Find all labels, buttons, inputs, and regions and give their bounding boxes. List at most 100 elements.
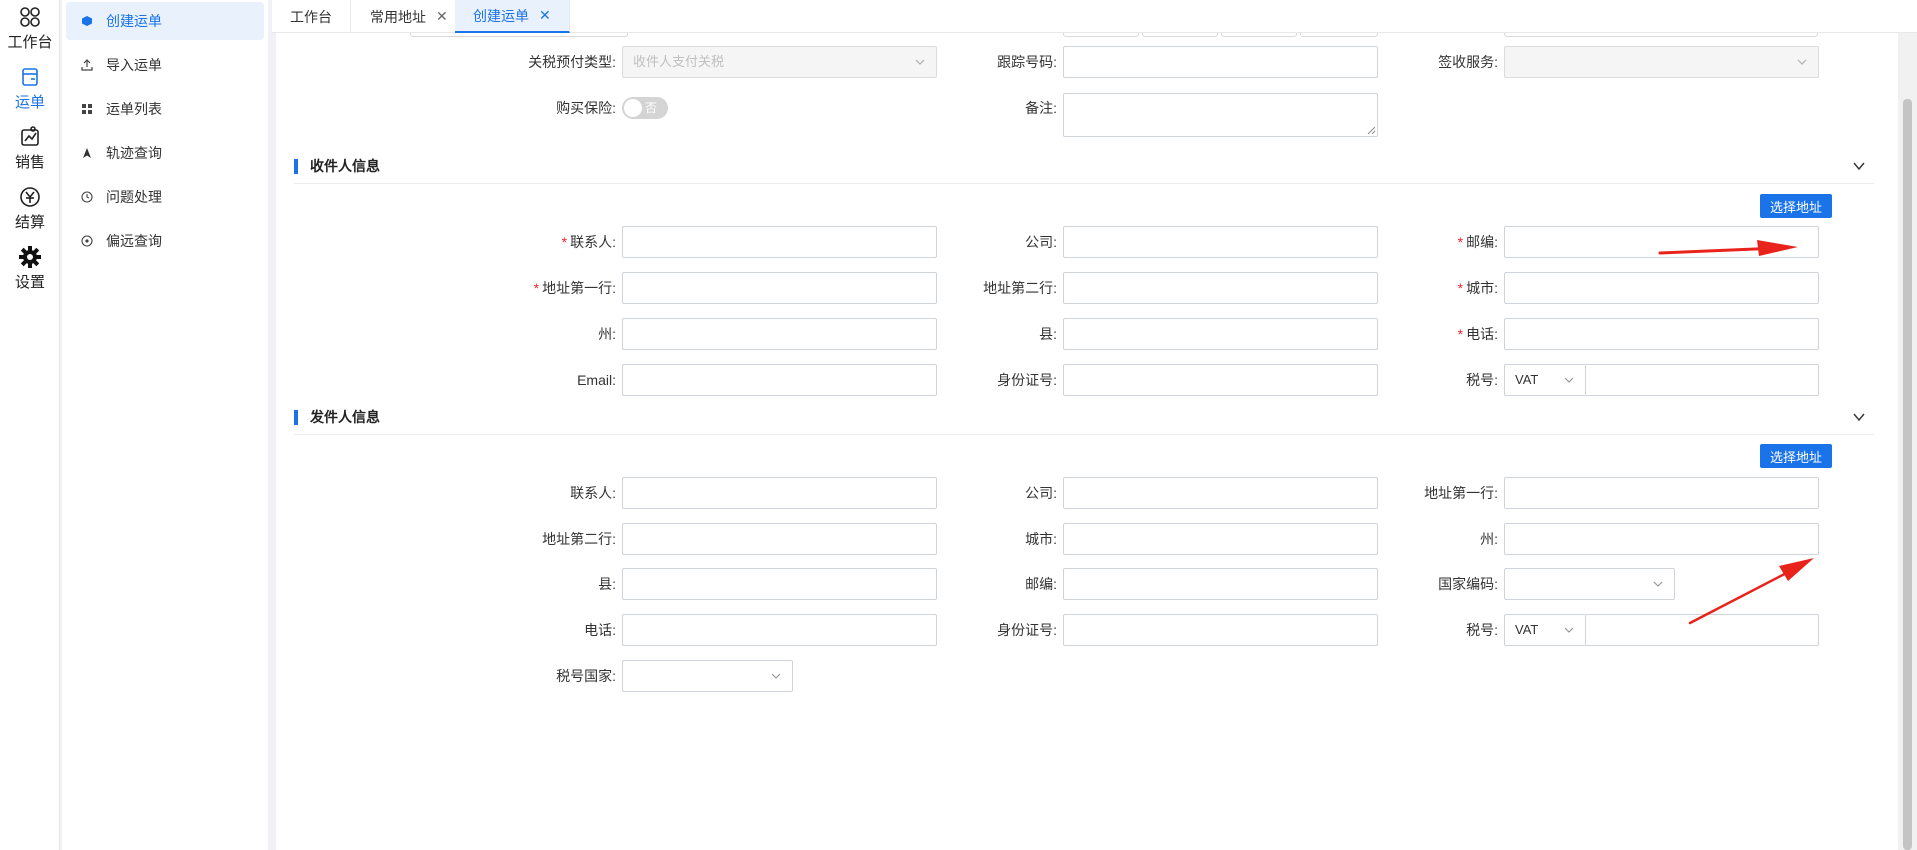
receiver-address2-label: 地址第二行: bbox=[983, 280, 1057, 296]
chevron-down-icon bbox=[1564, 627, 1574, 633]
receiver-section-title: 收件人信息 bbox=[310, 158, 380, 174]
required-mark: * bbox=[1457, 326, 1464, 342]
close-icon[interactable]: ✕ bbox=[539, 7, 551, 24]
toggle-text: 否 bbox=[645, 101, 658, 115]
receiver-email-label: Email: bbox=[577, 372, 616, 388]
field-label: 地址第一行: bbox=[542, 280, 616, 296]
required-mark: * bbox=[561, 234, 568, 250]
toggle-knob bbox=[624, 99, 642, 117]
receiver-city-input[interactable] bbox=[1504, 272, 1819, 304]
receiver-postcode-input[interactable] bbox=[1504, 226, 1819, 258]
required-mark: * bbox=[1457, 234, 1464, 250]
workbench-icon bbox=[20, 7, 40, 27]
cut-off-field[interactable] bbox=[1063, 33, 1139, 37]
cut-off-field[interactable] bbox=[1142, 33, 1218, 37]
cut-off-field[interactable] bbox=[410, 33, 628, 37]
app-rail: 工作台 运单 销售 结算 设置 bbox=[0, 0, 60, 850]
menu-item-track-query[interactable]: 轨迹查询 bbox=[66, 134, 264, 172]
chevron-down-icon bbox=[1653, 581, 1663, 587]
sender-tax-label: 税号: bbox=[1466, 622, 1498, 638]
sign-service-label: 签收服务: bbox=[1438, 54, 1498, 70]
sender-city-label: 城市: bbox=[1025, 531, 1057, 547]
receiver-address1-label: * 地址第一行: bbox=[316, 272, 616, 304]
tab-common-address[interactable]: 常用地址 ✕ bbox=[352, 0, 467, 33]
rail-label: 销售 bbox=[14, 154, 45, 171]
insurance-toggle[interactable]: 否 bbox=[622, 97, 668, 119]
sender-postcode-label: 邮编: bbox=[1025, 576, 1057, 592]
chevron-down-icon bbox=[771, 673, 781, 679]
resize-grip-icon[interactable] bbox=[1367, 126, 1375, 134]
field-label: 城市: bbox=[1466, 280, 1498, 296]
receiver-tax-label: 税号: bbox=[1466, 372, 1498, 388]
tax-type-value: VAT bbox=[1515, 622, 1539, 637]
page-scrollbar[interactable] bbox=[1898, 33, 1917, 850]
sender-address1-input[interactable] bbox=[1504, 477, 1819, 509]
rail-item-settings[interactable]: 设置 bbox=[0, 244, 60, 292]
receiver-postcode-label: * 邮编: bbox=[1196, 226, 1498, 258]
remark-textarea[interactable] bbox=[1063, 93, 1378, 137]
sign-service-select[interactable] bbox=[1504, 46, 1819, 78]
sender-country-code-select[interactable] bbox=[1504, 568, 1675, 600]
field-label: 联系人: bbox=[570, 234, 616, 250]
navigation-icon bbox=[80, 146, 94, 160]
section-accent-bar bbox=[294, 410, 298, 425]
menu-item-remote-query[interactable]: 偏远查询 bbox=[66, 222, 264, 260]
sender-country-code-label: 国家编码: bbox=[1438, 576, 1498, 592]
receiver-city-label: * 城市: bbox=[1196, 272, 1498, 304]
scrollbar-thumb[interactable] bbox=[1903, 99, 1912, 850]
rail-item-waybill[interactable]: 运单 bbox=[0, 64, 60, 112]
receiver-phone-input[interactable] bbox=[1504, 318, 1819, 350]
receiver-phone-label: * 电话: bbox=[1196, 318, 1498, 350]
waybill-icon bbox=[22, 68, 38, 86]
menu-item-label: 问题处理 bbox=[106, 189, 162, 205]
receiver-tax-input[interactable] bbox=[1585, 364, 1819, 396]
chevron-down-icon[interactable] bbox=[1852, 410, 1866, 424]
sender-tax-country-label: 税号国家: bbox=[556, 668, 616, 684]
menu-item-create-waybill[interactable]: 创建运单 bbox=[66, 2, 264, 40]
close-icon[interactable]: ✕ bbox=[436, 8, 448, 25]
sender-select-address-button[interactable]: 选择地址 bbox=[1760, 444, 1832, 468]
tax-type-value: 收件人支付关税 bbox=[633, 54, 725, 69]
sender-section-header: 发件人信息 bbox=[294, 405, 1874, 435]
tab-label: 常用地址 bbox=[370, 8, 426, 25]
rail-item-sales[interactable]: 销售 bbox=[0, 124, 60, 172]
section-accent-bar bbox=[294, 159, 298, 174]
sender-tax-type-select[interactable]: VAT bbox=[1504, 614, 1585, 646]
receiver-county-label: 县: bbox=[1039, 326, 1057, 342]
chevron-down-icon bbox=[1564, 377, 1574, 383]
chevron-down-icon[interactable] bbox=[1852, 159, 1866, 173]
cut-off-field[interactable] bbox=[1221, 33, 1297, 37]
menu-item-label: 运单列表 bbox=[106, 101, 162, 117]
sender-address2-label: 地址第二行: bbox=[542, 531, 616, 547]
sender-tax-input[interactable] bbox=[1585, 614, 1819, 646]
sender-state-input[interactable] bbox=[1504, 523, 1819, 555]
tab-workbench[interactable]: 工作台 bbox=[272, 0, 351, 33]
box-icon bbox=[80, 14, 94, 28]
menu-item-issue-handling[interactable]: 问题处理 bbox=[66, 178, 264, 216]
sender-tax-country-select[interactable] bbox=[622, 660, 793, 692]
receiver-id-label: 身份证号: bbox=[997, 372, 1057, 388]
tab-create-waybill[interactable]: 创建运单 ✕ bbox=[455, 0, 570, 33]
required-mark: * bbox=[533, 280, 540, 296]
target-icon bbox=[80, 234, 94, 248]
rail-item-workbench[interactable]: 工作台 bbox=[0, 4, 60, 52]
tab-label: 工作台 bbox=[290, 8, 332, 25]
grid-icon bbox=[80, 102, 94, 116]
tab-label: 创建运单 bbox=[473, 7, 529, 24]
receiver-select-address-button[interactable]: 选择地址 bbox=[1760, 194, 1832, 218]
sender-county-label: 县: bbox=[598, 576, 616, 592]
receiver-tax-type-select[interactable]: VAT bbox=[1504, 364, 1585, 396]
menu-item-import-waybill[interactable]: 导入运单 bbox=[66, 46, 264, 84]
menu-item-label: 导入运单 bbox=[106, 57, 162, 73]
rail-item-settlement[interactable]: 结算 bbox=[0, 184, 60, 232]
cut-off-field[interactable] bbox=[1300, 33, 1378, 37]
upload-icon bbox=[80, 58, 94, 72]
tax-type-label: 关税预付类型: bbox=[528, 54, 616, 70]
required-mark: * bbox=[1457, 280, 1464, 296]
receiver-contact-label: * 联系人: bbox=[316, 226, 616, 258]
insurance-label: 购买保险: bbox=[556, 100, 616, 116]
cut-off-field[interactable] bbox=[1504, 33, 1818, 37]
tax-type-value: VAT bbox=[1515, 372, 1539, 387]
sender-state-label: 州: bbox=[1480, 531, 1498, 547]
menu-item-waybill-list[interactable]: 运单列表 bbox=[66, 90, 264, 128]
